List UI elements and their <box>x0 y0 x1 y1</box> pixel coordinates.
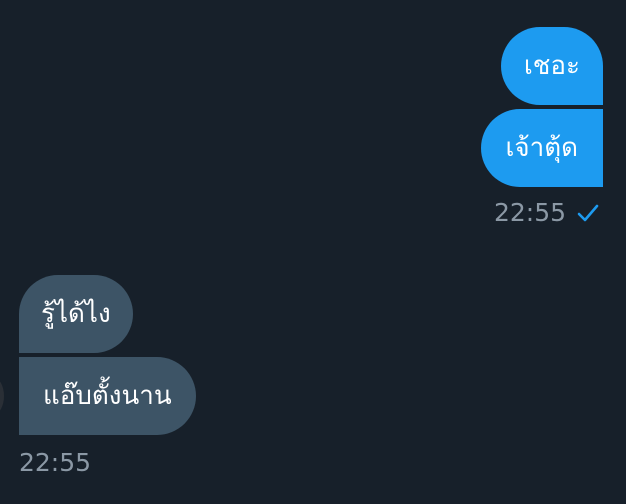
chat-thread: เชอะ เจ้าตุ้ด 22:55 รู้ได้ไง แอ๊บตั้งนาน… <box>0 0 626 504</box>
message-text: เชอะ <box>523 51 580 81</box>
message-text: แอ๊บตั้งนาน <box>43 381 172 411</box>
message-text: เจ้าตุ้ด <box>505 133 579 163</box>
outgoing-message[interactable]: เจ้าตุ้ด <box>480 109 603 187</box>
incoming-message[interactable]: แอ๊บตั้งนาน <box>19 357 196 435</box>
sender-avatar[interactable] <box>0 378 4 414</box>
incoming-message[interactable]: รู้ได้ไง <box>19 275 133 353</box>
check-icon <box>577 204 599 222</box>
message-timestamp: 22:55 <box>493 198 566 227</box>
incoming-timestamp: 22:55 <box>19 448 92 477</box>
outgoing-message[interactable]: เชอะ <box>500 27 603 105</box>
message-text: รู้ได้ไง <box>41 299 111 329</box>
outgoing-timestamp-row: 22:55 <box>494 198 600 228</box>
